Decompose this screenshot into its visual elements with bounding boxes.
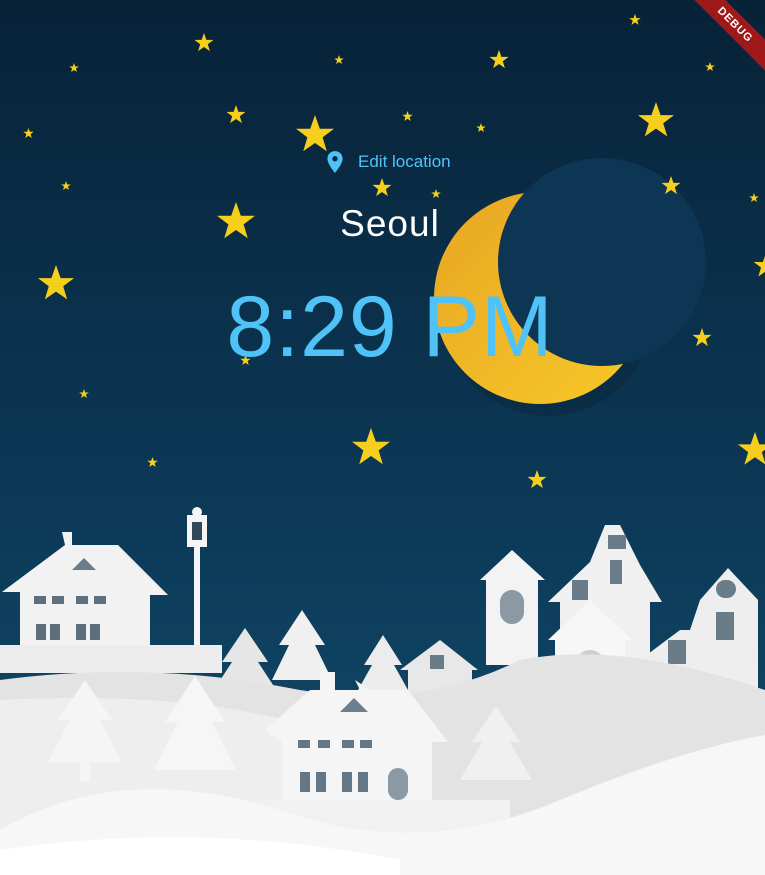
city-name: Seoul (340, 203, 440, 244)
night-town-background (0, 0, 765, 875)
location-pin-icon (327, 151, 343, 173)
current-time: 8:29 PM (226, 279, 554, 375)
edit-location-button[interactable]: Edit location (322, 147, 451, 177)
edit-location-label: Edit location (358, 152, 451, 171)
